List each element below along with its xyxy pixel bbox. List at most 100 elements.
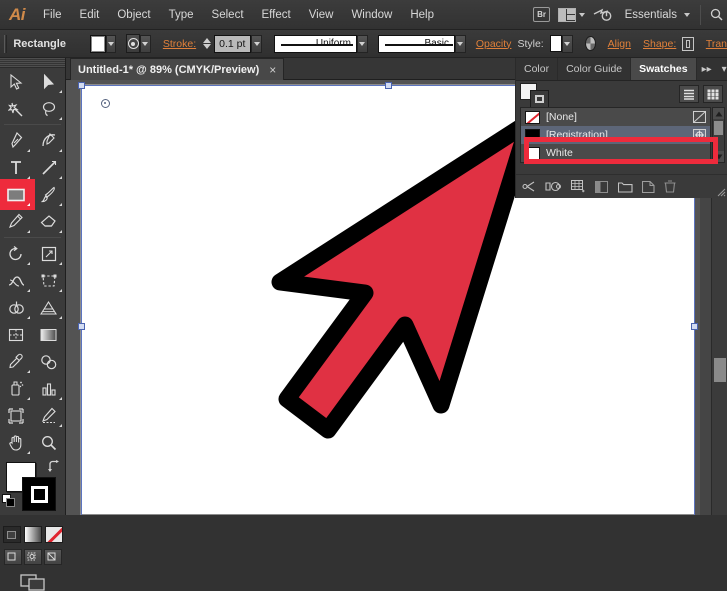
selection-handle-middle-right[interactable] [691, 323, 698, 330]
draw-normal-button[interactable] [3, 549, 22, 565]
control-bar-grip[interactable] [4, 34, 8, 53]
opacity-label[interactable]: Opacity [476, 38, 512, 50]
grid-view-button[interactable] [703, 85, 723, 103]
graphic-style-dropdown[interactable] [561, 34, 573, 53]
panel-fill-stroke-indicator[interactable] [520, 82, 554, 108]
menu-type[interactable]: Type [160, 0, 203, 30]
stroke-weight-stepper[interactable] [203, 38, 212, 49]
perspective-grid-tool[interactable] [33, 294, 66, 321]
swatch-options-icon[interactable] [571, 180, 586, 193]
new-color-group-icon[interactable] [595, 180, 609, 193]
panel-menu-icon[interactable]: ▾≡ [717, 58, 727, 80]
width-tool[interactable] [0, 267, 33, 294]
graphic-style-swatch[interactable] [549, 35, 562, 52]
tab-color-guide[interactable]: Color Guide [558, 58, 632, 80]
hand-tool[interactable] [0, 429, 33, 456]
tools-panel-grip[interactable] [0, 58, 65, 68]
arrange-documents-button[interactable] [555, 0, 589, 30]
selection-handle-top-center[interactable] [385, 82, 392, 89]
shape-label[interactable]: Shape: [643, 38, 676, 50]
scrollbar-thumb[interactable] [714, 121, 723, 135]
rotate-tool[interactable] [0, 240, 33, 267]
shape-options-icon[interactable] [682, 36, 694, 51]
lasso-tool[interactable] [33, 95, 66, 122]
stroke-color-chip[interactable] [22, 477, 56, 511]
slice-tool[interactable] [33, 402, 66, 429]
menu-object[interactable]: Object [108, 0, 159, 30]
direct-selection-tool[interactable] [33, 68, 66, 95]
swatch-row-none[interactable]: [None] [521, 108, 710, 126]
new-swatch-icon[interactable] [618, 181, 633, 193]
curvature-tool[interactable] [33, 127, 66, 154]
brush-definition-field[interactable]: Basic [377, 34, 455, 53]
color-group-link-icon[interactable] [545, 180, 562, 193]
magic-wand-tool[interactable] [0, 95, 33, 122]
column-graph-tool[interactable] [33, 375, 66, 402]
menu-file[interactable]: File [34, 0, 71, 30]
brush-definition-dropdown[interactable] [454, 34, 466, 53]
screen-mode-button[interactable] [0, 573, 65, 591]
stroke-weight-field[interactable]: 0.1 pt [214, 34, 252, 53]
tab-color[interactable]: Color [516, 58, 559, 80]
close-icon[interactable]: × [269, 64, 276, 76]
selection-handle-middle-left[interactable] [78, 323, 85, 330]
fill-color-swatch[interactable] [89, 34, 106, 53]
shape-builder-tool[interactable] [0, 294, 33, 321]
menu-help[interactable]: Help [401, 0, 443, 30]
zoom-tool[interactable] [33, 429, 66, 456]
rectangle-tool[interactable] [0, 181, 33, 208]
free-transform-tool[interactable] [33, 267, 66, 294]
dock-scroll-thumb[interactable] [714, 358, 726, 382]
stroke-color-dropdown[interactable] [140, 34, 151, 53]
stock-search-button[interactable] [589, 0, 615, 30]
menu-window[interactable]: Window [342, 0, 401, 30]
pencil-tool[interactable] [0, 208, 33, 235]
swatch-row-white[interactable]: White [521, 144, 710, 162]
color-mode-button[interactable] [2, 526, 21, 543]
bridge-button[interactable]: Br [529, 0, 555, 30]
stroke-profile-field[interactable]: Uniform [274, 34, 357, 53]
scroll-up-arrow-icon[interactable] [713, 108, 724, 119]
opacity-mask-icon[interactable] [584, 36, 596, 51]
swatches-list[interactable]: [None] [Registration] White [520, 107, 711, 163]
swatch-libraries-menu-icon[interactable] [522, 180, 536, 193]
stroke-color-swatch[interactable] [126, 34, 140, 53]
menu-select[interactable]: Select [203, 0, 253, 30]
fill-color-dropdown[interactable] [105, 34, 117, 53]
draw-inside-button[interactable] [43, 549, 62, 565]
delete-swatch-icon[interactable] [664, 180, 676, 193]
scrollbar-track[interactable] [713, 137, 724, 151]
swatches-scrollbar[interactable] [712, 107, 725, 163]
tab-swatches[interactable]: Swatches [631, 58, 697, 80]
none-mode-button[interactable] [44, 526, 63, 543]
transform-label[interactable]: Tran [706, 38, 727, 50]
artboard-tool[interactable] [0, 402, 33, 429]
line-segment-tool[interactable] [33, 154, 66, 181]
selection-handle-top-left[interactable] [78, 82, 85, 89]
document-tab[interactable]: Untitled-1* @ 89% (CMYK/Preview) × [70, 58, 285, 80]
stroke-profile-dropdown[interactable] [356, 34, 368, 53]
default-fill-stroke-icon[interactable] [2, 494, 16, 508]
align-label[interactable]: Align [608, 38, 631, 50]
pen-tool[interactable] [0, 127, 33, 154]
scale-tool[interactable] [33, 240, 66, 267]
list-view-button[interactable] [679, 85, 699, 103]
draw-behind-button[interactable] [23, 549, 42, 565]
swap-fill-stroke-icon[interactable] [47, 460, 61, 474]
panel-stroke-chip[interactable] [530, 90, 549, 108]
eyedropper-tool[interactable] [0, 348, 33, 375]
menu-view[interactable]: View [300, 0, 343, 30]
gradient-mode-button[interactable] [23, 526, 42, 543]
expand-panel-icon[interactable]: ▸▸ [697, 58, 717, 80]
menu-edit[interactable]: Edit [71, 0, 109, 30]
collapsed-panel-dock[interactable] [711, 198, 727, 515]
duplicate-swatch-icon[interactable] [642, 180, 655, 193]
stroke-weight-dropdown[interactable] [251, 34, 263, 53]
mesh-tool[interactable] [0, 321, 33, 348]
symbol-sprayer-tool[interactable] [0, 375, 33, 402]
selection-tool[interactable] [0, 68, 33, 95]
panel-resize-grip[interactable] [717, 188, 726, 197]
blend-tool[interactable] [33, 348, 66, 375]
menu-effect[interactable]: Effect [253, 0, 300, 30]
stroke-weight-label[interactable]: Stroke: [163, 38, 196, 50]
